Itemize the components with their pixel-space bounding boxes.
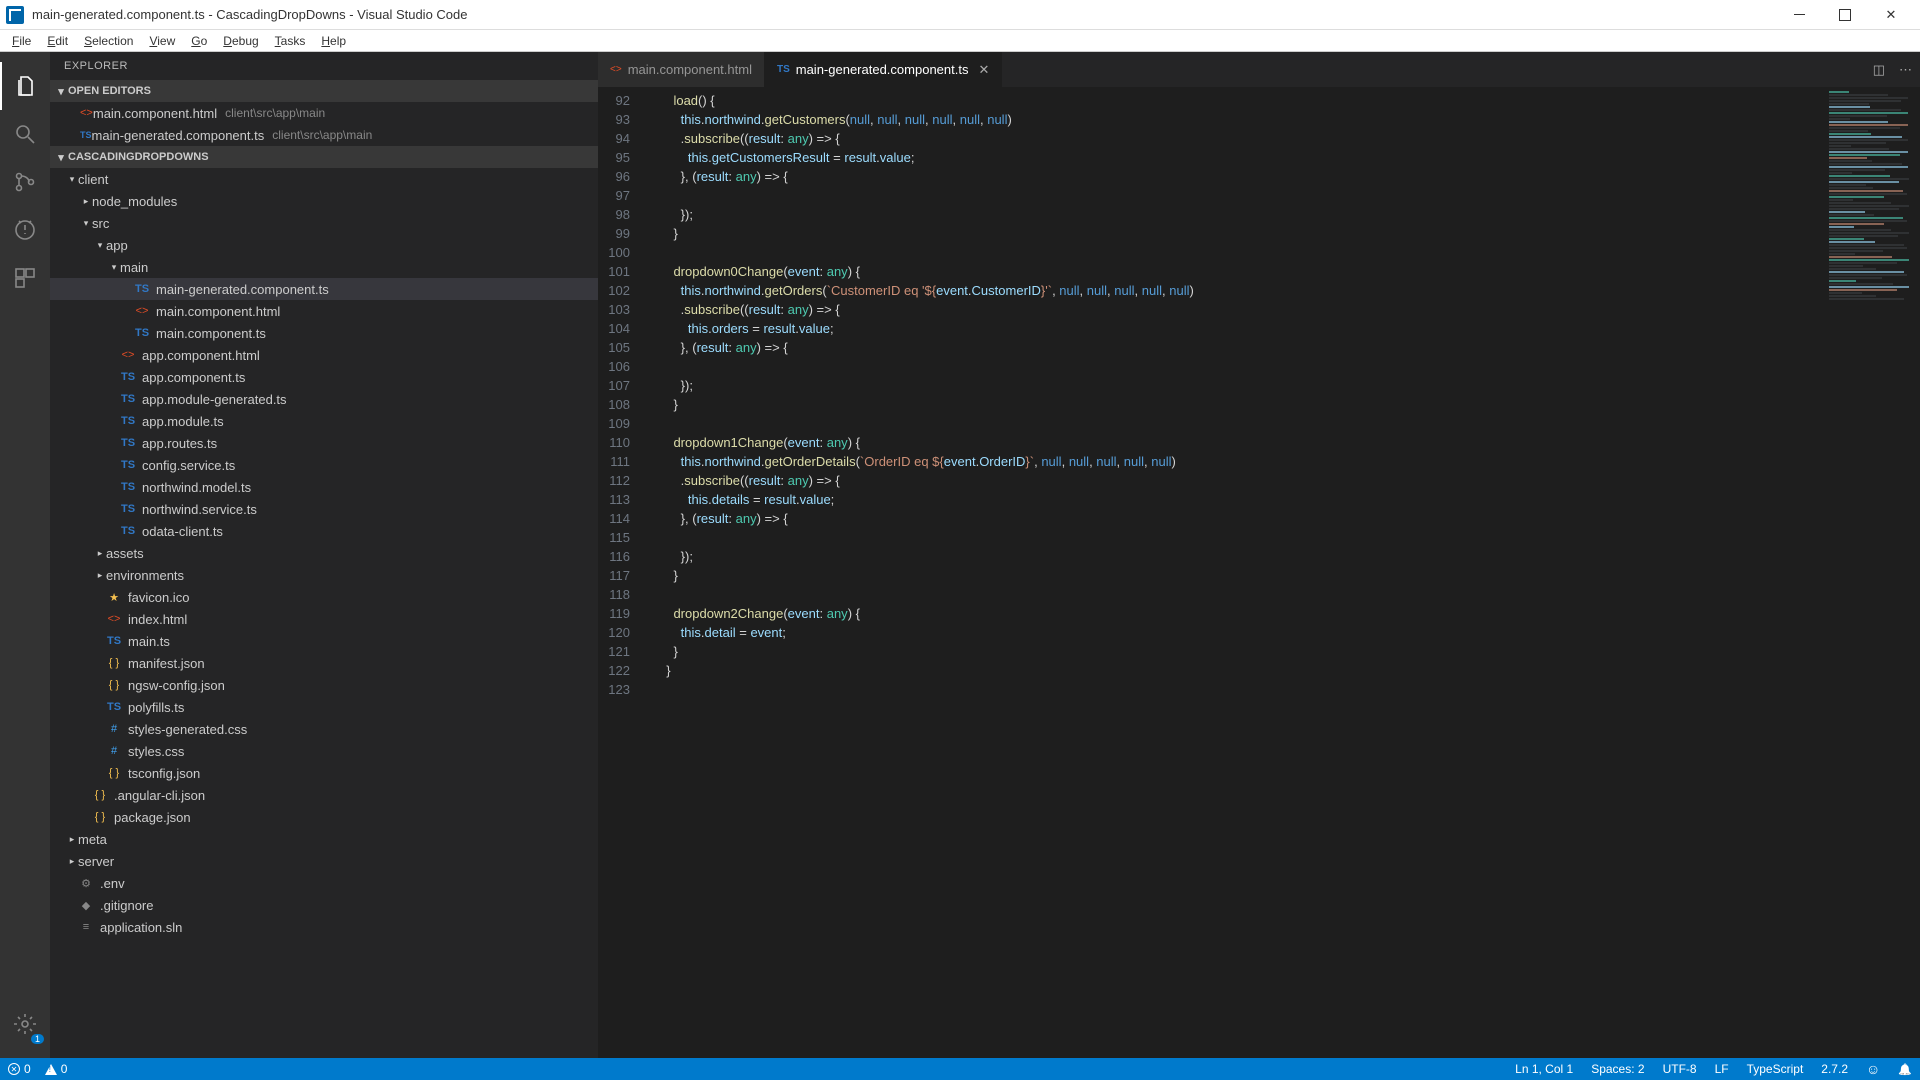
error-icon [8,1063,20,1075]
status-ln-col[interactable]: Ln 1, Col 1 [1515,1061,1573,1077]
tree-file[interactable]: TSnorthwind.model.ts [50,476,598,498]
more-actions-icon[interactable]: ⋯ [1899,62,1912,78]
status-warnings[interactable]: 0 [45,1062,68,1076]
window-title: main-generated.component.ts - CascadingD… [32,7,468,22]
warning-icon [45,1064,57,1075]
tree-file[interactable]: { }package.json [50,806,598,828]
status-eol[interactable]: LF [1715,1061,1729,1077]
activity-explorer[interactable] [0,62,50,110]
tree-file[interactable]: ≡application.sln [50,916,598,938]
activity-extensions[interactable] [0,254,50,302]
code-content[interactable]: load() { this.northwind.getCustomers(nul… [646,87,1920,1058]
tree-file[interactable]: ◆.gitignore [50,894,598,916]
editor-tab[interactable]: TSmain-generated.component.ts✕ [765,52,1002,87]
project-header[interactable]: ▾CASCADINGDROPDOWNS [50,146,598,168]
open-editors-header[interactable]: ▾OPEN EDITORS [50,80,598,102]
editor-tabs: <>main.component.htmlTSmain-generated.co… [598,52,1920,87]
tree-file[interactable]: TSodata-client.ts [50,520,598,542]
files-icon [14,74,38,98]
menu-bar: FileEditSelectionViewGoDebugTasksHelp [0,30,1920,52]
tree-file[interactable]: <>main.component.html [50,300,598,322]
menu-tasks[interactable]: Tasks [267,30,314,52]
gear-icon [13,1012,37,1036]
tree-folder[interactable]: ▸server [50,850,598,872]
tree-file[interactable]: TSpolyfills.ts [50,696,598,718]
activity-bar: 1 [0,52,50,1058]
tree-file[interactable]: TSmain.component.ts [50,322,598,344]
tree-file[interactable]: ★favicon.ico [50,586,598,608]
tree-file[interactable]: { }manifest.json [50,652,598,674]
tree-file[interactable]: TSapp.module.ts [50,410,598,432]
activity-scm[interactable] [0,158,50,206]
settings-badge: 1 [31,1034,44,1044]
tree-folder[interactable]: ▸assets [50,542,598,564]
tree-file[interactable]: #styles.css [50,740,598,762]
tree-file[interactable]: <>index.html [50,608,598,630]
minimap[interactable] [1824,87,1920,1058]
status-version[interactable]: 2.7.2 [1821,1061,1848,1077]
split-editor-icon[interactable]: ◫ [1873,62,1885,78]
tree-file[interactable]: { }tsconfig.json [50,762,598,784]
tree-folder[interactable]: ▾client [50,168,598,190]
window-maximize-button[interactable] [1822,0,1868,30]
status-feedback-icon[interactable] [1866,1061,1880,1077]
open-editor-item[interactable]: <>main.component.htmlclient\src\app\main [50,102,598,124]
tree-folder[interactable]: ▾main [50,256,598,278]
activity-settings[interactable]: 1 [0,1000,50,1048]
status-notifications-icon[interactable] [1898,1061,1912,1077]
tree-file[interactable]: <>app.component.html [50,344,598,366]
activity-search[interactable] [0,110,50,158]
menu-help[interactable]: Help [313,30,354,52]
tree-file[interactable]: TSnorthwind.service.ts [50,498,598,520]
tree-file[interactable]: { }.angular-cli.json [50,784,598,806]
open-editor-item[interactable]: TSmain-generated.component.tsclient\src\… [50,124,598,146]
tree-folder[interactable]: ▾app [50,234,598,256]
tree-file[interactable]: { }ngsw-config.json [50,674,598,696]
vscode-icon [6,6,24,24]
window-minimize-button[interactable] [1776,0,1822,30]
tree-file[interactable]: TSapp.module-generated.ts [50,388,598,410]
sidebar-title: EXPLORER [50,52,598,80]
editor-tab[interactable]: <>main.component.html [598,52,765,87]
status-bar: 0 0 Ln 1, Col 1 Spaces: 2 UTF-8 LF TypeS… [0,1058,1920,1080]
tree-folder[interactable]: ▸meta [50,828,598,850]
status-encoding[interactable]: UTF-8 [1663,1061,1697,1077]
title-bar: main-generated.component.ts - CascadingD… [0,0,1920,30]
menu-view[interactable]: View [141,30,183,52]
editor[interactable]: 9293949596979899100101102103104105106107… [598,87,1920,1058]
menu-debug[interactable]: Debug [215,30,266,52]
tree-file[interactable]: ⚙.env [50,872,598,894]
extensions-icon [13,266,37,290]
menu-file[interactable]: File [4,30,39,52]
tree-file[interactable]: TSconfig.service.ts [50,454,598,476]
tree-file[interactable]: TSapp.routes.ts [50,432,598,454]
tree-file[interactable]: #styles-generated.css [50,718,598,740]
status-errors[interactable]: 0 [8,1062,31,1076]
tree-file[interactable]: TSmain.ts [50,630,598,652]
sidebar: EXPLORER ▾OPEN EDITORS <>main.component.… [50,52,598,1058]
tree-file[interactable]: TSapp.component.ts [50,366,598,388]
line-gutter: 9293949596979899100101102103104105106107… [598,87,646,1058]
tree-file[interactable]: TSmain-generated.component.ts [50,278,598,300]
tree-folder[interactable]: ▾src [50,212,598,234]
menu-selection[interactable]: Selection [76,30,141,52]
activity-debug[interactable] [0,206,50,254]
status-spaces[interactable]: Spaces: 2 [1591,1061,1644,1077]
debug-icon [13,218,37,242]
tree-folder[interactable]: ▸environments [50,564,598,586]
tab-close-icon[interactable]: ✕ [978,62,989,78]
tree-folder[interactable]: ▸node_modules [50,190,598,212]
menu-edit[interactable]: Edit [39,30,76,52]
status-language[interactable]: TypeScript [1747,1061,1804,1077]
window-close-button[interactable] [1868,0,1914,30]
source-control-icon [13,170,37,194]
search-icon [13,122,37,146]
menu-go[interactable]: Go [183,30,215,52]
editor-area: <>main.component.htmlTSmain-generated.co… [598,52,1920,1058]
